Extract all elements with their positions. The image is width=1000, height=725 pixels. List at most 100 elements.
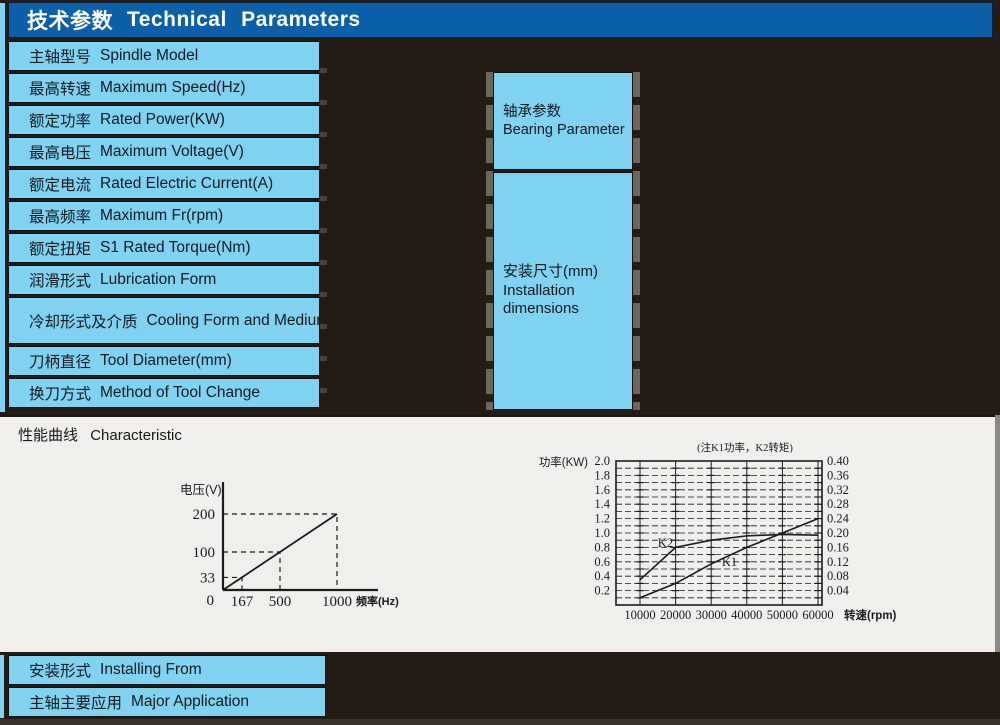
row-label-zh: 安装形式 xyxy=(29,663,92,680)
installation-label-zh: 安装尺寸(mm) xyxy=(503,262,598,280)
x-tick-label: 20000 xyxy=(660,608,691,622)
origin-label: 0 xyxy=(207,593,215,609)
x-tick-label: 40000 xyxy=(731,608,762,622)
panel-right-edge xyxy=(995,415,1000,652)
row-label-en: Major Application xyxy=(131,693,250,710)
x-tick-label: 1000 xyxy=(322,594,352,610)
row-label-zh: 主轴型号 xyxy=(29,49,92,66)
page-title-en: Technical Parameters xyxy=(127,8,361,31)
installation-dimensions-cell: 安装尺寸(mm) Installation dimensions xyxy=(493,172,633,410)
right-tick-label: 0.32 xyxy=(827,483,849,497)
table-row: 最高转速 Maximum Speed(Hz) xyxy=(8,73,320,103)
x-tick-label: 500 xyxy=(269,594,292,610)
row-label-zh: 换刀方式 xyxy=(29,386,92,403)
y-tick-label: 100 xyxy=(193,545,216,561)
row-label-en: Installing From xyxy=(100,661,202,678)
left-tick-label: 1.2 xyxy=(594,512,610,526)
page-edge-strip-top xyxy=(0,3,5,412)
series-label-k2: K2 xyxy=(658,536,673,550)
x-tick-label: 60000 xyxy=(802,608,833,622)
left-tick-label: 1.8 xyxy=(594,468,610,482)
left-axis-title: 功率(KW) xyxy=(539,455,588,469)
left-tick-label: 0.4 xyxy=(594,569,610,583)
chart-note: (注K1功率，K2转矩) xyxy=(697,441,793,454)
left-tick-label: 0.2 xyxy=(594,584,610,598)
table-row: 额定扭矩 S1 Rated Torque(Nm) xyxy=(8,233,320,263)
bottom-table: 安装形式 Installing From 主轴主要应用 Major Applic… xyxy=(8,655,326,719)
row-label-zh: 额定扭矩 xyxy=(29,241,92,258)
row-label-zh: 额定电流 xyxy=(29,177,92,194)
y-tick-label: 33 xyxy=(200,570,215,586)
right-tick-label: 0.20 xyxy=(827,526,849,540)
page-title-zh: 技术参数 xyxy=(27,10,113,33)
bearing-label-en: Bearing Parameter xyxy=(503,122,625,138)
x-tick-label: 10000 xyxy=(624,608,655,622)
right-tick-label: 0.12 xyxy=(827,555,849,569)
table-row: 冷却形式及介质 Cooling Form and Medium xyxy=(8,297,320,344)
row-label-zh: 刀柄直径 xyxy=(29,354,92,371)
characteristic-label-en: Characteristic xyxy=(90,427,182,444)
mid-column-right-strip xyxy=(633,72,640,410)
left-tick-label: 2.0 xyxy=(594,454,610,468)
mid-column-left-strip xyxy=(486,72,493,410)
row-label-en: Maximum Speed(Hz) xyxy=(100,79,246,96)
row-label-en: Rated Power(KW) xyxy=(100,111,225,128)
power-torque-chart: (注K1功率，K2转矩) 功率(KW) 转速(rpm) 2.01.81.61.41.2… xyxy=(539,441,897,622)
table-row: 最高频率 Maximum Fr(rpm) xyxy=(8,201,320,231)
right-tick-label: 0.40 xyxy=(827,454,849,468)
x-tick-label: 30000 xyxy=(696,608,727,622)
row-label-en: Maximum Voltage(V) xyxy=(100,143,244,160)
characteristic-label: 性能曲线 Characteristic xyxy=(18,424,182,445)
right-tick-label: 0.04 xyxy=(827,584,850,598)
table-row: 换刀方式 Method of Tool Change xyxy=(8,378,320,408)
page-bottom-shadow xyxy=(0,719,1000,725)
x-axis-title: 频率(Hz) xyxy=(356,594,399,608)
page-edge-strip-bottom xyxy=(0,655,4,718)
row-label-en: Cooling Form and Medium xyxy=(146,311,320,329)
right-tick-label: 0.08 xyxy=(827,569,849,583)
parameter-table: 主轴型号 Spindle Model 最高转速 Maximum Speed(Hz… xyxy=(8,41,320,410)
table-row: 安装形式 Installing From xyxy=(8,655,326,685)
series-label-k1: K1 xyxy=(722,555,737,569)
left-tick-label: 1.4 xyxy=(594,497,610,511)
row-label-zh: 额定功率 xyxy=(29,113,92,130)
x-tick-label: 167 xyxy=(231,594,254,610)
bearing-parameter-cell: 轴承参数 Bearing Parameter xyxy=(493,72,633,170)
row-label-en: S1 Rated Torque(Nm) xyxy=(100,239,251,256)
x-tick-label: 50000 xyxy=(767,608,798,622)
bearing-label-zh: 轴承参数 xyxy=(503,103,561,120)
row-label-en: Maximum Fr(rpm) xyxy=(100,207,224,224)
row-label-en: Method of Tool Change xyxy=(100,384,261,401)
row-label-zh: 最高转速 xyxy=(29,81,92,98)
table-row: 主轴型号 Spindle Model xyxy=(8,41,320,71)
table-row: 最高电压 Maximum Voltage(V) xyxy=(8,137,320,167)
catalog-page: 技术参数 Technical Parameters 主轴型号 Spindle M… xyxy=(0,0,1000,725)
table-row: 刀柄直径 Tool Diameter(mm) xyxy=(8,346,320,376)
installation-label-en2: dimensions xyxy=(503,300,579,318)
installation-label-en1: Installation xyxy=(503,281,575,299)
page-title: 技术参数 Technical Parameters xyxy=(8,2,993,38)
row-label-en: Tool Diameter(mm) xyxy=(100,352,232,369)
row-label-zh: 主轴主要应用 xyxy=(29,695,123,712)
right-tick-label: 0.24 xyxy=(827,512,850,526)
row-label-zh: 最高频率 xyxy=(29,209,92,226)
left-tick-label: 1.6 xyxy=(594,483,610,497)
left-tick-label: 0.6 xyxy=(594,555,610,569)
x-axis-title: 转速(rpm) xyxy=(844,608,897,622)
voltage-frequency-chart: 电压(V) 频率(Hz) 0 200 100 33 167 500 1000 xyxy=(180,482,399,610)
y-tick-label: 200 xyxy=(193,507,216,523)
row-label-en: Lubrication Form xyxy=(100,271,217,288)
characteristic-label-zh: 性能曲线 xyxy=(18,427,79,444)
characteristic-panel: 性能曲线 Characteristic 电压(V) 频率(Hz) 0 200 100 33… xyxy=(0,415,995,652)
table-row: 额定功率 Rated Power(KW) xyxy=(8,105,320,135)
row-label-zh: 润滑形式 xyxy=(29,273,92,290)
right-tick-label: 0.36 xyxy=(827,468,849,482)
right-tick-label: 0.16 xyxy=(827,540,849,554)
left-tick-label: 1.0 xyxy=(594,526,610,540)
table-row: 润滑形式 Lubrication Form xyxy=(8,265,320,295)
y-axis-title: 电压(V) xyxy=(180,483,222,497)
left-tick-label: 0.8 xyxy=(594,540,610,554)
row-label-en: Spindle Model xyxy=(100,47,199,64)
table-row: 主轴主要应用 Major Application xyxy=(8,687,326,717)
grid xyxy=(616,461,822,605)
